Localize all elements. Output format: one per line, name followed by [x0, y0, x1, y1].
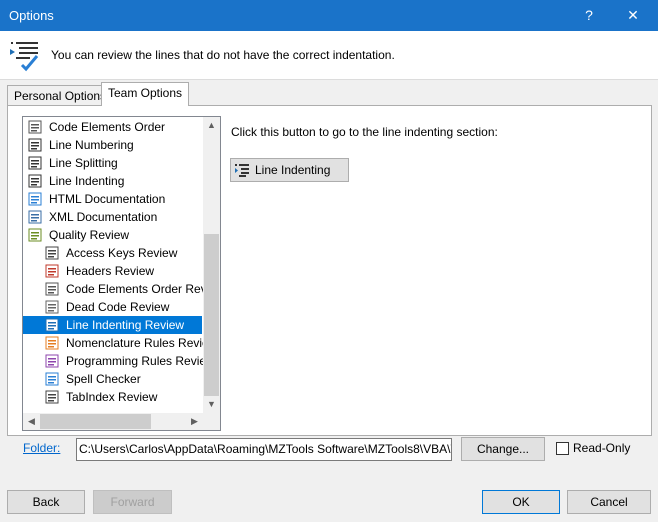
line-indenting-icon	[27, 173, 43, 189]
tree-item-label: TabIndex Review	[66, 390, 158, 404]
banner-text: You can review the lines that do not hav…	[51, 48, 395, 62]
code-elements-order-review-icon	[44, 281, 60, 297]
html-documentation-icon	[27, 191, 43, 207]
line-indenting-review-icon	[44, 317, 60, 333]
scrollbar-corner	[203, 413, 220, 430]
line-indenting-icon	[235, 164, 249, 177]
scroll-right-icon[interactable]: ▶	[186, 413, 203, 430]
window-title: Options	[9, 8, 54, 23]
forward-button[interactable]: Forward	[93, 490, 172, 514]
scroll-left-icon[interactable]: ◀	[23, 413, 40, 430]
change-button[interactable]: Change...	[461, 437, 545, 461]
options-tree[interactable]: TabIndex Review Spell Checker Programming …	[22, 116, 221, 431]
tree-item-label: XML Documentation	[49, 210, 158, 224]
line-splitting-icon	[27, 155, 43, 171]
folder-link[interactable]: Folder:	[23, 441, 60, 455]
tree-item-label: Spell Checker	[66, 372, 141, 386]
ok-button[interactable]: OK	[482, 490, 560, 514]
tree-item-label: Access Keys Review	[66, 246, 178, 260]
dead-code-review-icon	[44, 299, 60, 315]
tree-item-label: Line Indenting	[49, 174, 125, 188]
hint-text: Click this button to go to the line inde…	[231, 125, 498, 139]
nomenclature-rules-icon	[44, 335, 60, 351]
programming-rules-icon	[44, 353, 60, 369]
help-button[interactable]: ?	[568, 0, 610, 31]
tree-item-label: HTML Documentation	[49, 192, 166, 206]
title-bar: Options ? ✕	[0, 0, 658, 31]
spell-checker-icon	[44, 371, 60, 387]
folder-path-field[interactable]: C:\Users\Carlos\AppData\Roaming\MZTools …	[76, 438, 452, 461]
scroll-up-icon[interactable]: ▲	[203, 117, 220, 134]
read-only-checkbox[interactable]	[556, 442, 569, 455]
tree-item-label: Quality Review	[49, 228, 130, 242]
tab-team-options[interactable]: Team Options	[101, 82, 190, 106]
close-button[interactable]: ✕	[612, 0, 654, 31]
line-indenting-button-label: Line Indenting	[255, 163, 331, 177]
tree-item-label: Headers Review	[66, 264, 155, 278]
vertical-scrollbar[interactable]: ▲ ▼	[203, 117, 220, 413]
xml-documentation-icon	[27, 209, 43, 225]
tree-item-label: Dead Code Review	[66, 300, 170, 314]
tree-item-label: Code Elements Order	[49, 120, 166, 134]
banner: You can review the lines that do not hav…	[0, 31, 658, 80]
read-only-label: Read-Only	[573, 441, 631, 455]
tree-item[interactable]: Line Indenting Review	[23, 316, 202, 334]
line-indenting-review-icon	[8, 39, 42, 72]
tab-personal-options[interactable]: Personal Options	[7, 85, 114, 106]
tab-panel: TabIndex Review Spell Checker Programming …	[7, 105, 652, 436]
tree-item-label: Line Numbering	[49, 138, 134, 152]
line-indenting-button[interactable]: Line Indenting	[230, 158, 349, 182]
code-elements-order-icon	[27, 119, 43, 135]
tree-item-label: Line Splitting	[49, 156, 118, 170]
access-keys-icon	[44, 245, 60, 261]
cancel-button[interactable]: Cancel	[567, 490, 651, 514]
scroll-down-icon[interactable]: ▼	[203, 396, 220, 413]
back-button[interactable]: Back	[7, 490, 85, 514]
tree-item-label: Line Indenting Review	[66, 318, 185, 332]
headers-review-icon	[44, 263, 60, 279]
tree-item-label: Code Elements Order Review	[66, 282, 221, 296]
tabindex-review-icon	[44, 389, 60, 405]
tree-item-label: Programming Rules Review	[66, 354, 215, 368]
tree-item-label: Nomenclature Rules Review	[66, 336, 218, 350]
horizontal-scrollbar[interactable]: ◀ ▶	[23, 413, 203, 430]
scrollbar-thumb[interactable]	[40, 414, 151, 429]
line-numbering-icon	[27, 137, 43, 153]
quality-review-icon	[27, 227, 43, 243]
scrollbar-thumb[interactable]	[204, 234, 219, 396]
